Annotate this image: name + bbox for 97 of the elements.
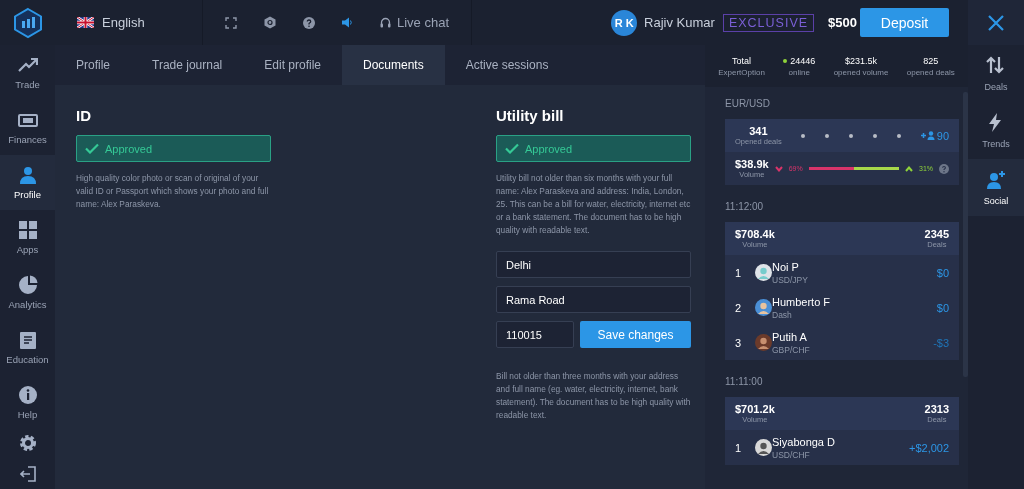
description-text: Utility bill not older than six months with your full name: Alex Paraskeva and address: India, London, 25. This can be a bill for water, electricity, internet etc or a bank statement. The document has to be high quality with readable text. (496, 172, 691, 237)
add-user-icon (920, 131, 935, 140)
rank-number: 2 (735, 301, 743, 314)
speaker-icon[interactable] (342, 17, 353, 28)
asset-label: USD/CHF (772, 449, 811, 460)
avatar-icon (801, 133, 806, 138)
input-field[interactable]: 110015 (496, 321, 574, 348)
rank-number: 1 (735, 441, 743, 454)
profit-amount: $0 (936, 301, 950, 314)
trader-name[interactable]: Siyabonga D (772, 435, 909, 448)
tab[interactable]: Trade journal (131, 45, 244, 85)
stat-value: 2313 (924, 403, 950, 415)
profit-amount: +$2,002 (909, 441, 950, 454)
stat-value: $38.9k (735, 158, 769, 170)
section-title: ID (76, 107, 92, 124)
profit-amount: $0 (936, 266, 950, 279)
pair-label: EUR/USD (725, 98, 771, 109)
time-label: 11:11:00 (725, 376, 764, 387)
stat-value: 24446 (790, 55, 816, 66)
user-avatar[interactable]: R K (611, 9, 638, 36)
time-label: 11:12:00 (725, 201, 765, 212)
avatar-icon (755, 439, 772, 456)
stat-value: Total (732, 55, 752, 66)
chevron-down-icon (774, 165, 783, 172)
nav-item[interactable]: Apps (0, 210, 55, 265)
user-name[interactable]: Rajiv Kumar (644, 15, 715, 30)
settings-icon[interactable] (18, 434, 37, 452)
swap-arrows-icon (986, 55, 1006, 76)
info-icon (17, 385, 38, 405)
note-text: Bill not older than three months with your address and full name (eg. water, electricity, internet, bank statement). The document has to be high quality with readable text. (496, 370, 691, 422)
nav-item[interactable]: Finances (0, 100, 55, 155)
hexagon-icon[interactable] (264, 16, 276, 29)
avatar-icon (897, 133, 902, 138)
tab[interactable]: Active sessions (444, 45, 570, 85)
online-dot (783, 58, 788, 63)
rail-item[interactable]: Social (968, 159, 1024, 216)
stat-label: opened deals (906, 67, 955, 77)
rank-number: 1 (735, 266, 743, 279)
stat-value: 341 (749, 125, 768, 137)
stat-label: ExpertOption (718, 67, 765, 77)
profit-amount: -$3 (933, 336, 950, 349)
balance-amount: $500 (828, 15, 857, 30)
avatar-icon (755, 299, 772, 316)
stat-value: $708.4k (735, 228, 775, 240)
headset-icon (380, 16, 391, 29)
status-badge: EXCLUSIVE (722, 13, 815, 32)
status-banner: Approved (496, 135, 691, 162)
stat-value: 825 (923, 55, 939, 66)
tab[interactable]: Profile (55, 45, 131, 85)
logout-icon[interactable] (19, 466, 36, 482)
followers-count[interactable]: 90 (920, 129, 950, 142)
stat-value: 2345 (924, 228, 950, 240)
rank-number: 3 (735, 336, 743, 349)
nav-item[interactable]: Profile (0, 155, 55, 210)
stat-value: $231.5k (845, 55, 878, 66)
pie-chart-icon (17, 275, 38, 295)
stat-label: online (788, 67, 810, 77)
stat-value: $701.2k (735, 403, 775, 415)
rail-item[interactable]: Trends (968, 102, 1024, 159)
asset-label: USD/JPY (772, 274, 809, 285)
input-field[interactable]: Delhi (496, 251, 691, 278)
nav-item[interactable]: Trade (0, 45, 55, 100)
user-icon (17, 165, 38, 185)
nav-item[interactable]: Help (0, 375, 55, 430)
close-icon[interactable] (988, 14, 1004, 31)
avatar-icon (873, 133, 878, 138)
description-text: High quality color photo or scan of original of your valid ID or Passport which shows your photo and full name: Alex Paraskeva. (76, 172, 270, 211)
check-icon (505, 143, 519, 154)
stat-label: opened volume (833, 67, 889, 77)
status-banner: Approved (76, 135, 271, 162)
tab[interactable]: Documents (342, 45, 445, 85)
avatar-icon (825, 133, 830, 138)
trader-name[interactable]: Humberto F (772, 295, 937, 308)
avatar-icon (849, 133, 854, 138)
section-title: Utility bill (496, 107, 565, 124)
logo-icon (12, 6, 43, 39)
avatar-icon (755, 334, 772, 351)
trader-name[interactable]: Putih A (772, 330, 934, 343)
avatar-icon (755, 264, 772, 281)
document-icon (17, 330, 38, 350)
asset-label: Dash (772, 309, 793, 320)
tab[interactable]: Edit profile (243, 45, 342, 85)
flag-icon (77, 17, 94, 28)
nav-item[interactable]: Education (0, 320, 55, 375)
help-icon[interactable] (939, 163, 950, 174)
rail-item[interactable]: Deals (968, 45, 1024, 102)
chevron-up-icon (905, 165, 914, 172)
fullscreen-icon[interactable] (225, 16, 237, 29)
check-icon (85, 143, 99, 154)
nav-item[interactable]: Analytics (0, 265, 55, 320)
grid-icon (17, 220, 38, 240)
language-label[interactable]: English (102, 15, 145, 30)
input-field[interactable]: Rama Road (496, 286, 691, 313)
trader-name[interactable]: Noi P (772, 260, 937, 273)
asset-label: GBP/CHF (772, 344, 811, 355)
help-icon[interactable] (303, 16, 315, 29)
add-user-icon (986, 169, 1006, 190)
